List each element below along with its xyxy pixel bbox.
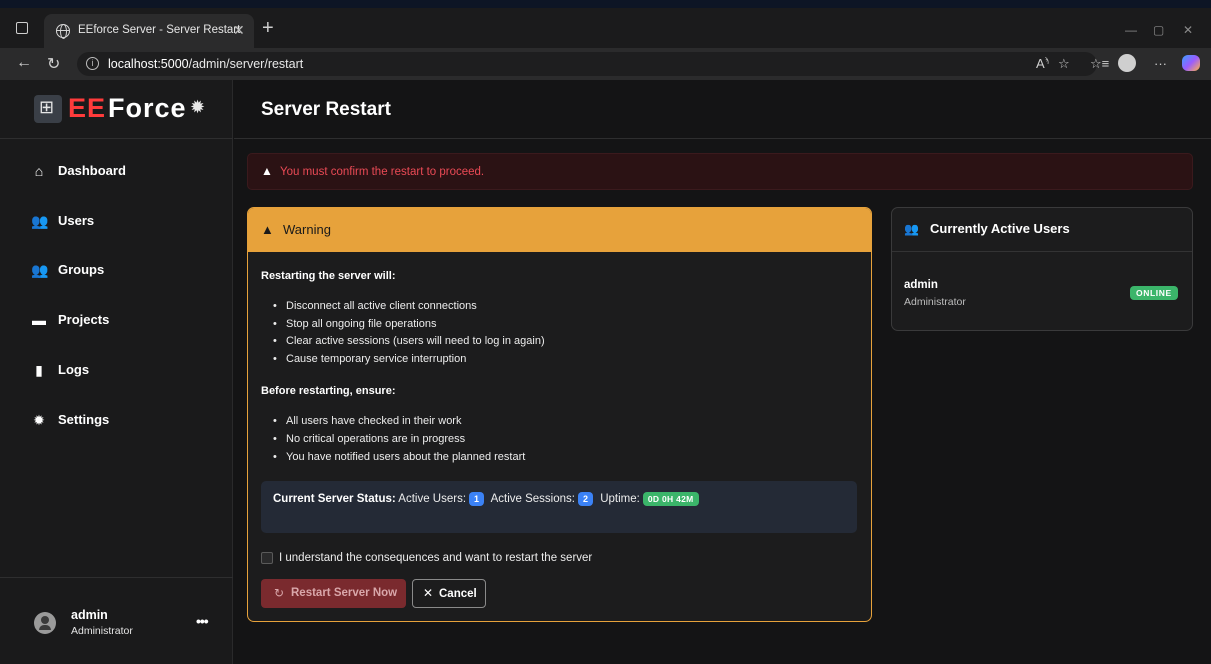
list-item: Cause temporary service interruption (273, 353, 466, 365)
browser-tab-bar: EEforce Server - Server Restart ✕ + — ▢ … (0, 8, 1211, 48)
cancel-button-label: Cancel (439, 588, 477, 600)
active-sessions-badge: 2 (577, 492, 593, 506)
sidebar-item-dashboard[interactable]: ⌂ Dashboard (0, 151, 233, 191)
more-icon[interactable]: ··· (1154, 56, 1167, 71)
section-title: Before restarting, ensure: (261, 385, 396, 397)
top-strip (0, 0, 1211, 8)
server-status-box: Current Server Status: Active Users: 1 Ac… (261, 481, 857, 533)
back-arrow-icon[interactable]: ← (16, 54, 32, 72)
users-icon: 👥 (31, 213, 49, 229)
home-icon: ⌂ (34, 163, 44, 179)
new-tab-button[interactable]: + (262, 18, 274, 38)
refresh-icon[interactable]: ↻ (47, 54, 60, 74)
tab-close-icon[interactable]: ✕ (233, 22, 245, 39)
sidebar-item-users[interactable]: 👥 Users (0, 201, 233, 241)
cancel-button[interactable]: ✕ Cancel (412, 579, 486, 608)
active-user-name: admin (904, 279, 938, 291)
close-icon: ✕ (423, 586, 434, 600)
sidebar-item-label: Logs (58, 362, 90, 377)
favorite-icon[interactable]: ☆ (1058, 56, 1070, 72)
confirm-label[interactable]: I understand the consequences and want t… (279, 552, 592, 564)
minimize-button[interactable]: — (1125, 23, 1137, 37)
read-aloud-icon[interactable]: Aϡ (1036, 56, 1049, 71)
sidebar-item-label: Dashboard (58, 163, 126, 178)
maximize-button[interactable]: ▢ (1153, 23, 1164, 37)
active-users-card: 👥 Currently Active Users admin Administr… (891, 207, 1193, 331)
list-item: Clear active sessions (users will need t… (273, 335, 545, 347)
warning-triangle-icon: ▲ (261, 164, 273, 178)
page-header: Server Restart (234, 80, 1211, 139)
warning-title: Warning (283, 222, 331, 237)
active-user-role: Administrator (904, 296, 966, 308)
brand-name-force: Force (108, 93, 187, 123)
status-label: Current Server Status: (273, 493, 396, 505)
server-status-line: Current Server Status: Active Users: 1 Ac… (273, 492, 699, 506)
list-item: You have notified users about the planne… (273, 451, 525, 463)
warning-triangle-icon: ▲ (261, 222, 274, 237)
copilot-icon[interactable] (1182, 55, 1200, 71)
gear-icon: ✹ (190, 97, 206, 117)
user-menu-button[interactable]: ••• (196, 613, 209, 629)
page-title: Server Restart (261, 99, 391, 120)
favorites-bar-icon[interactable]: ☆≡ (1090, 56, 1109, 72)
sidebar-item-label: Projects (58, 312, 110, 327)
gear-icon: ✹ (33, 412, 45, 428)
active-sessions-label: Active Sessions: (490, 493, 575, 505)
site-info-icon[interactable]: i (86, 57, 99, 70)
file-icon: ▮ (35, 362, 43, 378)
list-item: Disconnect all active client connections (273, 300, 477, 312)
uptime-badge: 0D 0H 42M (642, 492, 699, 506)
folder-icon: ▬ (32, 312, 46, 328)
brand-name-ee: EE (68, 93, 107, 123)
browser-tab[interactable]: EEforce Server - Server Restart ✕ (44, 14, 254, 48)
users-icon: 👥 (904, 222, 919, 236)
user-role: Administrator (71, 625, 133, 637)
restart-server-button[interactable]: ↻ Restart Server Now (261, 579, 406, 608)
warning-card-header: ▲ Warning (248, 208, 871, 252)
restart-button-label: Restart Server Now (291, 587, 398, 599)
app: EE Force ✹ ⌂ Dashboard 👥 Users 👥 Groups … (0, 80, 1211, 664)
confirm-checkbox[interactable] (261, 552, 273, 564)
main-content: Server Restart ▲ You must confirm the re… (234, 80, 1211, 664)
brand[interactable]: EE Force ✹ (0, 80, 233, 139)
sidebar-item-label: Users (58, 213, 95, 228)
sidebar-item-projects[interactable]: ▬ Projects (0, 300, 233, 340)
alert-text: You must confirm the restart to proceed. (280, 166, 485, 178)
groups-icon: 👥 (31, 262, 49, 278)
close-window-button[interactable]: ✕ (1183, 23, 1193, 37)
sidebar-item-logs[interactable]: ▮ Logs (0, 350, 233, 390)
sidebar-item-label: Groups (58, 262, 105, 277)
active-users-badge: 1 (469, 492, 485, 506)
tab-title: EEforce Server - Server Restart (78, 24, 241, 36)
uptime-label: Uptime: (600, 493, 640, 505)
list-item: Stop all ongoing file operations (273, 318, 436, 330)
list-item: No critical operations are in progress (273, 433, 465, 445)
profile-icon[interactable] (1118, 54, 1136, 72)
status-badge: ONLINE (1130, 286, 1178, 300)
restart-icon: ↻ (274, 586, 285, 600)
sidebar: EE Force ✹ ⌂ Dashboard 👥 Users 👥 Groups … (0, 80, 233, 664)
sidebar-item-groups[interactable]: 👥 Groups (0, 250, 233, 290)
active-users-title: Currently Active Users (930, 221, 1070, 236)
active-users-header: 👥 Currently Active Users (892, 208, 1192, 252)
url-field[interactable]: i localhost:5000/admin/server/restart (77, 52, 1097, 76)
active-users-label: Active Users: (398, 493, 467, 505)
avatar[interactable] (34, 612, 56, 634)
address-bar: ← ↻ i localhost:5000/admin/server/restar… (0, 48, 1211, 80)
warning-card: ▲ Warning Restarting the server will: Di… (247, 207, 872, 622)
user-name: admin (71, 608, 108, 622)
list-item: All users have checked in their work (273, 415, 461, 427)
tab-actions-icon[interactable] (16, 22, 28, 34)
sidebar-item-settings[interactable]: ✹ Settings (0, 400, 233, 440)
error-alert: ▲ You must confirm the restart to procee… (247, 153, 1193, 190)
user-panel: admin Administrator ••• (0, 577, 233, 664)
sidebar-item-label: Settings (58, 412, 110, 427)
url-text: localhost:5000/admin/server/restart (108, 57, 304, 71)
section-title: Restarting the server will: (261, 270, 396, 282)
globe-icon (56, 24, 70, 39)
logo-icon (34, 95, 62, 123)
